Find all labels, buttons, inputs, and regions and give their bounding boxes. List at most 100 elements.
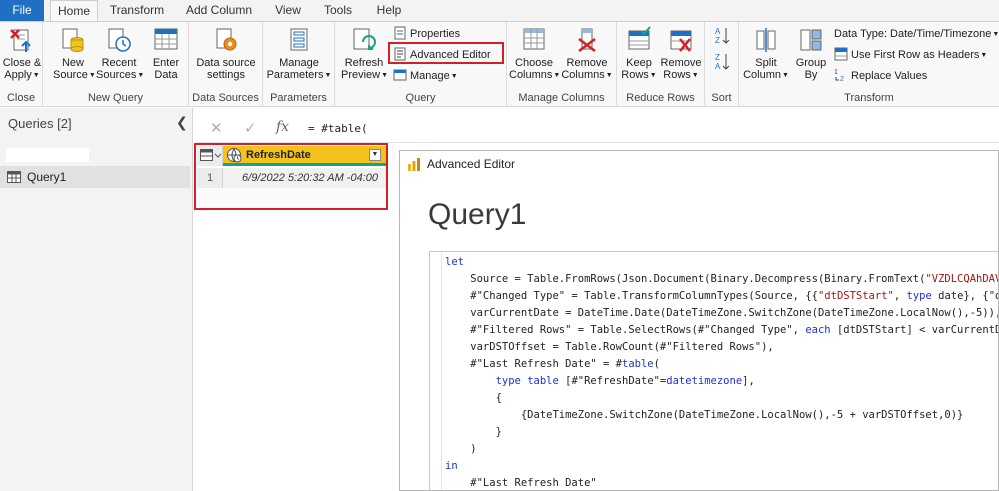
query-rename-field[interactable] <box>6 148 89 162</box>
keep-rows-button[interactable]: Keep Rows▼ <box>619 26 659 82</box>
choose-columns-icon <box>523 28 545 50</box>
close-apply-label: Close & <box>2 57 42 69</box>
commit-formula-icon[interactable]: ✓ <box>244 119 257 137</box>
formula-input[interactable]: = #table( <box>308 122 368 135</box>
split-column-icon <box>756 28 776 52</box>
manage-button[interactable]: Manage▼ <box>393 67 458 85</box>
keep-rows-label: Keep <box>626 57 652 69</box>
data-type-label: Data Type: Date/Time/Timezone <box>834 28 992 40</box>
svg-text:1: 1 <box>834 69 838 76</box>
code-line: varCurrentDate = DateTime.Date(DateTimeZ… <box>445 307 999 319</box>
manage-parameters-button[interactable]: Manage Parameters▼ <box>265 26 333 82</box>
code-line: #"Changed Type" = Table.TransformColumnT… <box>445 290 998 302</box>
close-apply-label-2: Apply▼ <box>4 69 40 81</box>
group-data-sources: Data source settings Data Sources <box>189 22 263 107</box>
tab-add-column[interactable]: Add Column <box>180 0 258 21</box>
manage-parameters-label: Manage <box>279 57 319 69</box>
properties-button[interactable]: Properties <box>393 25 460 43</box>
ribbon: Close & Apply▼ Close New Source▼ Recent … <box>0 21 999 107</box>
code-line: let <box>445 256 464 268</box>
use-first-row-label: Use First Row as Headers <box>851 49 980 61</box>
enter-data-icon <box>154 28 178 50</box>
fx-icon[interactable]: fx <box>276 119 289 135</box>
close-apply-button[interactable]: Close & Apply▼ <box>2 26 42 82</box>
choose-columns-button[interactable]: Choose Columns▼ <box>509 26 561 82</box>
properties-label: Properties <box>410 28 461 40</box>
enter-data-label: Enter <box>152 57 180 69</box>
manage-parameters-label-2: Parameters▼ <box>266 69 332 81</box>
tab-home[interactable]: Home <box>50 0 98 22</box>
refresh-preview-label: Refresh <box>344 57 384 69</box>
power-bi-icon <box>408 158 420 171</box>
enter-data-button[interactable]: Enter Data <box>147 26 185 81</box>
sort-ascending-button[interactable]: A Z <box>714 26 733 45</box>
manage-label: Manage <box>410 70 450 82</box>
group-label-sort: Sort <box>711 92 732 104</box>
code-line: type table [#"RefreshDate"=datetimezone]… <box>495 375 755 387</box>
code-line: #"Filtered Rows" = Table.SelectRows(#"Ch… <box>445 324 998 336</box>
recent-sources-button[interactable]: Recent Sources▼ <box>96 26 144 82</box>
data-source-settings-label: Data source <box>196 57 256 69</box>
recent-sources-icon <box>108 28 131 52</box>
choose-columns-label-2: Columns▼ <box>509 69 561 81</box>
group-close: Close & Apply▼ Close <box>0 22 43 107</box>
code-editor[interactable]: let Source = Table.FromRows(Json.Documen… <box>429 251 999 490</box>
remove-rows-button[interactable]: Remove Rows▼ <box>659 26 703 82</box>
replace-values-button[interactable]: 1 2 Replace Values <box>834 67 927 85</box>
new-source-label: New <box>61 57 84 69</box>
manage-parameters-icon <box>290 28 308 51</box>
close-apply-icon <box>10 29 31 52</box>
data-type-dropdown[interactable]: Data Type: Date/Time/Timezone▼ <box>834 25 999 43</box>
advanced-editor-dialog: Advanced Editor Query1 let Source = Tabl… <box>399 150 999 491</box>
data-source-settings-icon <box>216 28 237 51</box>
tab-file[interactable]: File <box>0 0 44 21</box>
choose-columns-label: Choose <box>515 57 553 69</box>
query-name-heading: Query1 <box>428 198 527 231</box>
replace-values-icon: 1 2 <box>834 69 844 83</box>
data-source-settings-button[interactable]: Data source settings <box>193 26 259 81</box>
split-column-button[interactable]: Split Column▼ <box>743 26 789 82</box>
svg-text:2: 2 <box>840 76 844 82</box>
tab-view[interactable]: View <box>268 0 308 21</box>
query-item-query1[interactable]: Query1 <box>0 166 190 188</box>
group-reduce-rows: Keep Rows▼ Remove Rows▼ Reduce Rows <box>617 22 705 107</box>
collapse-pane-icon[interactable]: ❮ <box>176 114 188 131</box>
tab-transform[interactable]: Transform <box>104 0 170 21</box>
remove-columns-button[interactable]: Remove Columns▼ <box>561 26 613 82</box>
table-icon <box>7 171 21 183</box>
new-source-button[interactable]: New Source▼ <box>53 26 96 82</box>
sort-descending-icon: Z A <box>715 53 730 71</box>
keep-rows-icon <box>628 26 651 50</box>
refresh-preview-label-2: Preview▼ <box>341 69 389 81</box>
sort-descending-button[interactable]: Z A <box>714 52 733 71</box>
remove-rows-icon <box>670 30 692 52</box>
dialog-title: Advanced Editor <box>427 157 516 171</box>
refresh-preview-button[interactable]: Refresh Preview▼ <box>341 26 389 82</box>
group-sort: A Z Z A Sort <box>705 22 739 107</box>
editor-gutter <box>430 252 442 490</box>
group-new-query: New Source▼ Recent Sources▼ Enter Data N… <box>43 22 189 107</box>
remove-columns-icon <box>578 28 596 52</box>
tab-help[interactable]: Help <box>369 0 409 21</box>
query-item-label: Query1 <box>27 170 67 184</box>
tab-tools[interactable]: Tools <box>316 0 360 21</box>
group-by-icon <box>800 29 822 51</box>
grid-highlight <box>194 143 388 210</box>
remove-columns-label: Remove <box>566 57 608 69</box>
group-label-reduce-rows: Reduce Rows <box>626 92 695 104</box>
cancel-formula-icon[interactable]: ✕ <box>210 119 223 137</box>
keep-rows-label-2: Rows▼ <box>621 69 657 81</box>
enter-data-label-2: Data <box>154 69 178 81</box>
use-first-row-headers-button[interactable]: Use First Row as Headers▼ <box>834 46 987 64</box>
svg-text:Z: Z <box>715 53 720 62</box>
code-line: } <box>445 426 502 438</box>
svg-text:A: A <box>715 62 721 71</box>
code-line: #"Last Refresh Date" <box>445 477 597 489</box>
svg-text:A: A <box>715 27 721 36</box>
code-line: Source = Table.FromRows(Json.Document(Bi… <box>445 273 999 285</box>
group-manage-columns: Choose Columns▼ Remove Columns▼ Manage C… <box>507 22 617 107</box>
remove-rows-label: Remove <box>660 57 702 69</box>
group-by-button[interactable]: Group By <box>791 26 831 81</box>
remove-rows-label-2: Rows▼ <box>663 69 699 81</box>
code-line: in <box>445 460 458 472</box>
